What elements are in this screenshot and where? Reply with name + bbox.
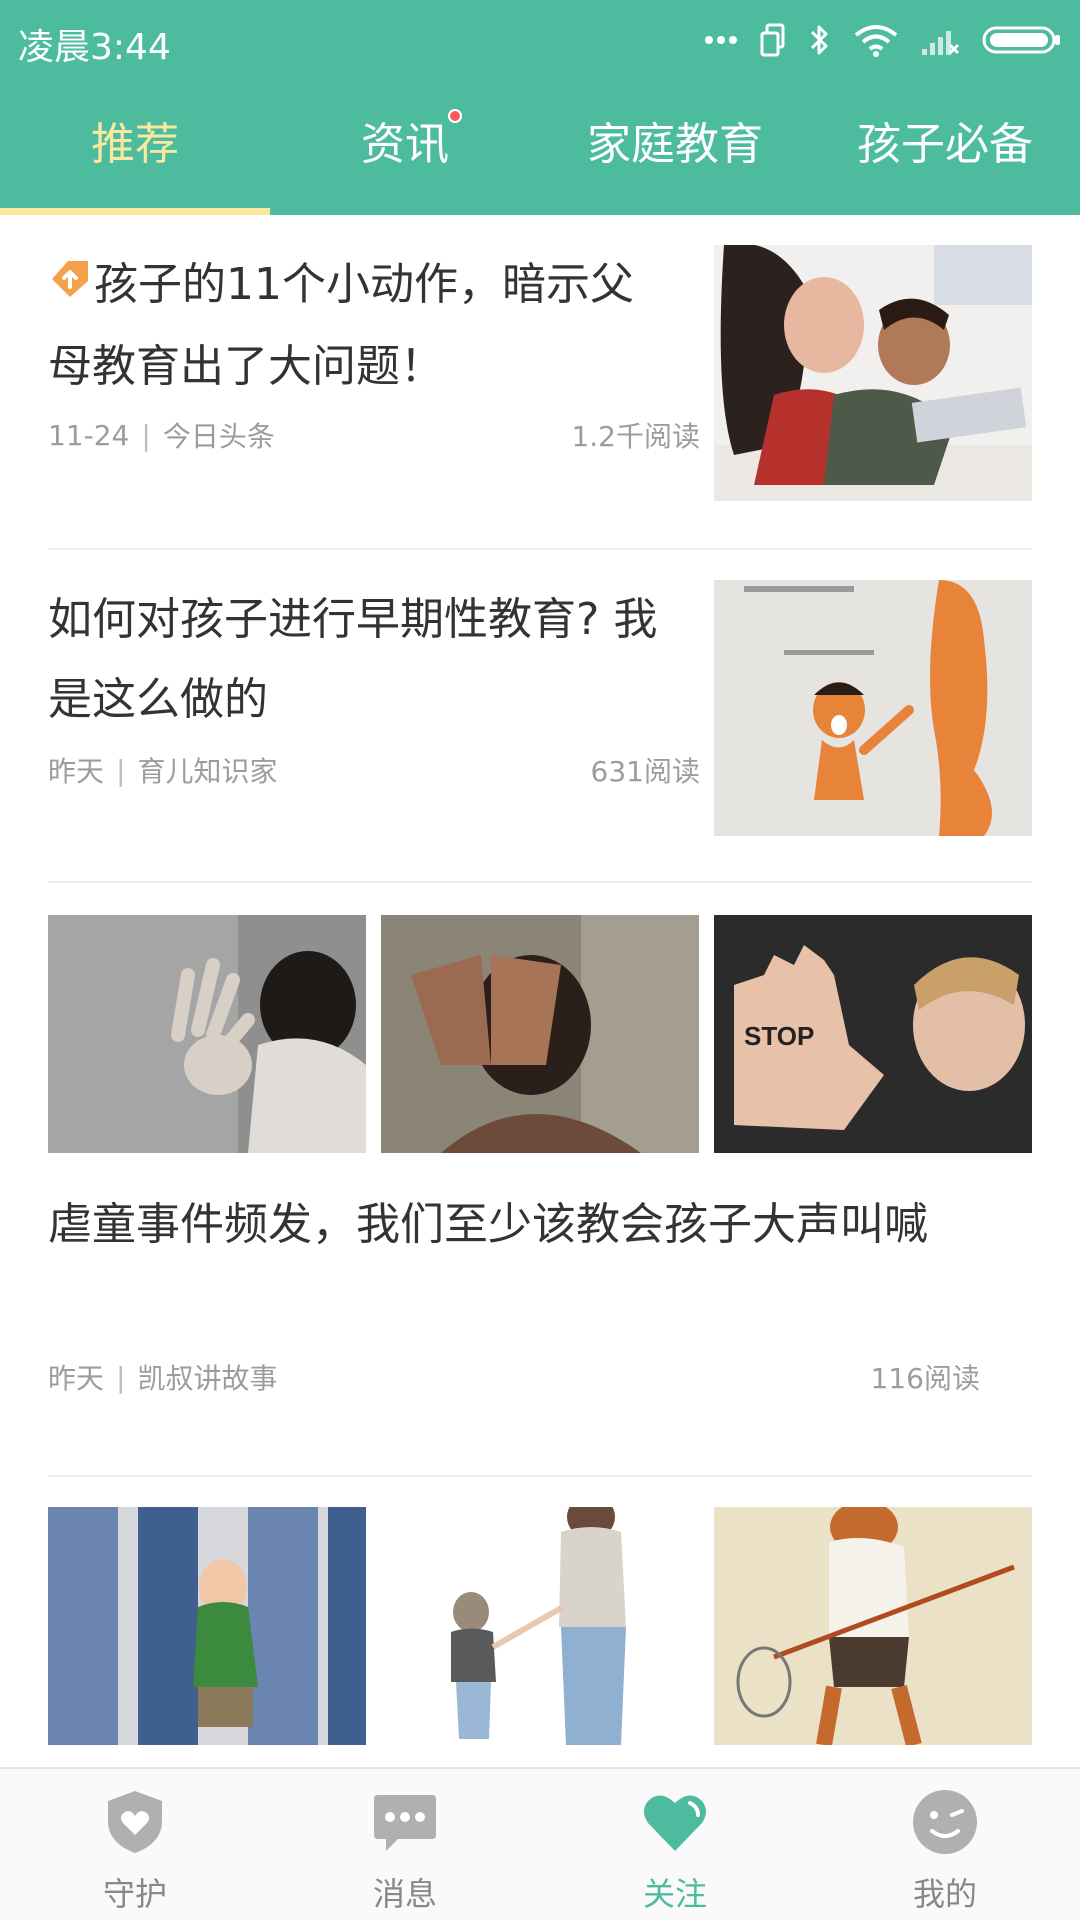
category-tabs: 推荐 资讯 家庭教育 孩子必备: [0, 95, 1080, 185]
article-thumbnail[interactable]: [714, 1507, 1032, 1745]
top-tag-icon: [48, 247, 92, 327]
tab-kids-essentials[interactable]: 孩子必备: [810, 95, 1080, 185]
nav-label: 消息: [372, 1875, 437, 1913]
article-item[interactable]: 如何对孩子进行早期性教育? 我是这么做的 昨天 | 育儿知识家 631阅读: [48, 580, 1032, 840]
tab-news[interactable]: 资讯: [270, 95, 540, 185]
article-thumbnail[interactable]: [48, 1507, 366, 1745]
meta-separator: |: [116, 753, 126, 787]
nav-me[interactable]: 我的: [810, 1769, 1080, 1920]
article-thumbnail[interactable]: [714, 580, 1032, 836]
article-meta: 11-24 | 今日头条: [48, 415, 275, 455]
article-source: 凯叔讲故事: [137, 1362, 278, 1395]
tab-label: 孩子必备: [857, 119, 1033, 170]
meta-separator: |: [141, 418, 151, 452]
tab-label: 推荐: [91, 119, 179, 170]
article-item[interactable]: [48, 1507, 1032, 1767]
article-thumbnail[interactable]: [48, 915, 366, 1153]
meta-separator: |: [116, 1360, 126, 1394]
article-feed[interactable]: 孩子的11个小动作，暗示父母教育出了大问题！ 11-24 | 今日头条 1.2千…: [0, 215, 1080, 1767]
tab-label: 资讯: [361, 119, 449, 170]
article-item[interactable]: 孩子的11个小动作，暗示父母教育出了大问题！ 11-24 | 今日头条 1.2千…: [48, 245, 1032, 501]
tab-recommend[interactable]: 推荐: [0, 95, 270, 185]
article-source: 育儿知识家: [137, 755, 278, 788]
tab-family-education[interactable]: 家庭教育: [540, 95, 810, 185]
nav-guard[interactable]: 守护: [0, 1769, 270, 1920]
smiley-icon: [910, 1787, 980, 1857]
nav-label: 我的: [912, 1875, 977, 1913]
read-count: 1.2千阅读: [571, 420, 700, 453]
more-dots-icon: [704, 35, 738, 45]
article-item[interactable]: STOP 虐童事件频发，我们至少该教会孩子大声叫喊 昨天 | 凯叔讲故事 116…: [48, 915, 1032, 1455]
article-thumbnail[interactable]: [381, 915, 699, 1153]
divider: [48, 881, 1032, 883]
battery-icon: [982, 25, 1062, 55]
article-title: 虐童事件频发，我们至少该教会孩子大声叫喊: [48, 1199, 928, 1250]
article-thumbnail[interactable]: [714, 245, 1032, 501]
signal-icon: [920, 23, 960, 57]
nav-messages[interactable]: 消息: [270, 1769, 540, 1920]
new-badge-dot: [448, 109, 462, 123]
nav-label: 守护: [102, 1875, 167, 1913]
article-meta: 昨天 | 育儿知识家: [48, 750, 277, 790]
article-source: 今日头条: [162, 420, 275, 453]
status-bar: 凌晨3:44: [0, 0, 1080, 80]
article-title: 如何对孩子进行早期性教育? 我是这么做的: [48, 594, 658, 725]
bottom-navigation: 守护 消息 关注 我的: [0, 1767, 1080, 1920]
vibrate-icon: [760, 23, 786, 57]
tab-label: 家庭教育: [587, 119, 763, 170]
nav-follow[interactable]: 关注: [540, 1769, 810, 1920]
bluetooth-icon: [808, 22, 832, 58]
divider: [48, 1475, 1032, 1477]
article-title: 孩子的11个小动作，暗示父母教育出了大问题！: [48, 245, 658, 407]
status-icons: [704, 18, 1062, 62]
divider: [48, 548, 1032, 550]
shield-heart-icon: [100, 1787, 170, 1857]
status-time: 凌晨3:44: [18, 27, 171, 68]
article-meta: 昨天 | 凯叔讲故事: [48, 1357, 277, 1397]
article-thumbnail[interactable]: STOP: [714, 915, 1032, 1153]
read-count: 116阅读: [870, 1362, 980, 1395]
active-tab-indicator: [0, 208, 270, 215]
heart-icon: [640, 1787, 710, 1857]
article-date: 11-24: [48, 418, 130, 452]
read-count: 631阅读: [590, 755, 700, 788]
wifi-icon: [854, 23, 898, 57]
stop-text: STOP: [744, 1021, 814, 1051]
chat-bubble-icon: [370, 1787, 440, 1857]
article-thumbnail[interactable]: [381, 1507, 699, 1745]
article-date: 昨天: [48, 1362, 105, 1395]
nav-label: 关注: [642, 1875, 707, 1913]
app-header: 凌晨3:44 推荐 资讯 家庭教育 孩子必备: [0, 0, 1080, 215]
article-date: 昨天: [48, 755, 105, 788]
